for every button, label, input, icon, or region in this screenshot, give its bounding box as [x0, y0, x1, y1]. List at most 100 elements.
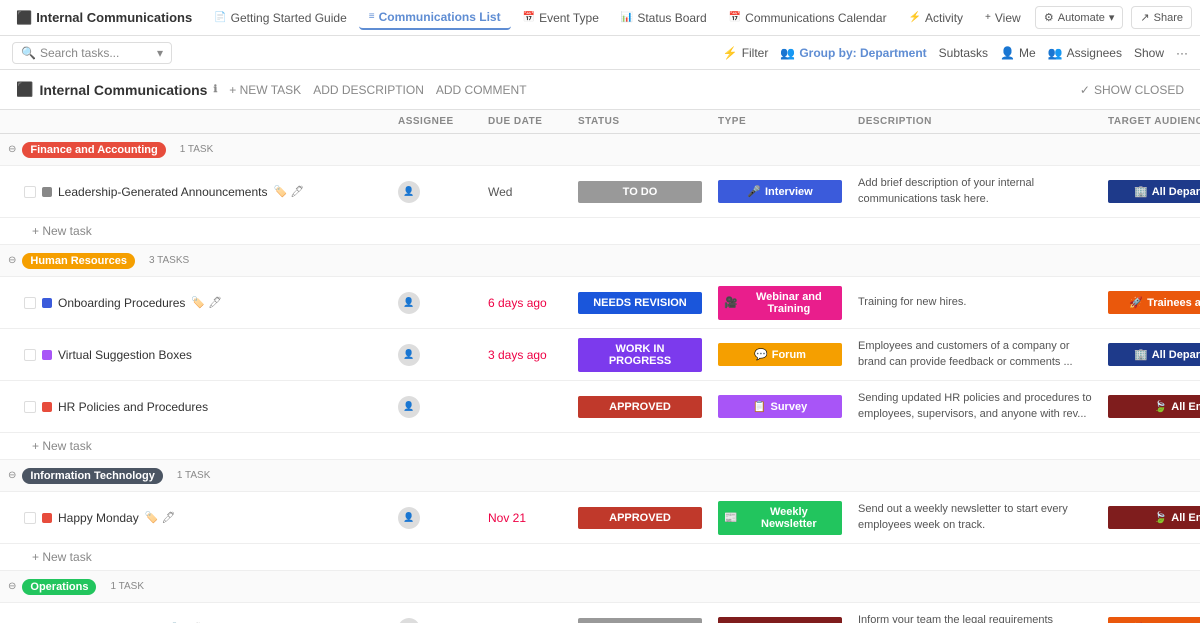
nav-tab-calendar[interactable]: 📅Communications Calendar: [719, 7, 897, 29]
task-type-badge-t6[interactable]: ✉️Email: [718, 617, 842, 623]
type-icon-t3: 💬: [754, 348, 768, 361]
task-status-badge-t1[interactable]: TO DO: [578, 181, 702, 203]
new-task-button-it[interactable]: + New task: [0, 544, 1200, 571]
show-closed-toggle[interactable]: ✓ SHOW CLOSED: [1080, 83, 1184, 97]
group-by-button[interactable]: 👥 Group by: Department: [780, 46, 926, 60]
task-checkbox-t1[interactable]: [24, 186, 36, 198]
me-label: Me: [1019, 46, 1036, 60]
nav-tab-label-activity: Activity: [925, 11, 963, 25]
group-collapse-finance[interactable]: ⊖: [8, 144, 16, 155]
task-target-badge-t4[interactable]: 🍃All Employees: [1108, 395, 1200, 418]
assignee-avatar-t6: 👤: [398, 618, 420, 623]
task-target-badge-t2[interactable]: 🚀Trainees and New Hires: [1108, 291, 1200, 314]
automate-button[interactable]: ⚙ Automate ▾: [1035, 6, 1124, 29]
task-assignee-t5: 👤: [390, 503, 480, 533]
filter-button[interactable]: ⚡ Filter: [723, 46, 769, 60]
task-target-badge-t5[interactable]: 🍃All Employees: [1108, 506, 1200, 529]
task-color-dot-t3: [42, 350, 52, 360]
task-type-cell-t5: 📰Weekly Newsletter: [710, 497, 850, 539]
task-status-badge-t5[interactable]: APPROVED: [578, 507, 702, 529]
nav-tab-guide[interactable]: 📄Getting Started Guide: [204, 7, 357, 29]
nav-tab-icon-view: +: [985, 12, 991, 23]
me-icon: 👤: [1000, 46, 1015, 60]
assignee-avatar-t5: 👤: [398, 507, 420, 529]
more-button[interactable]: ···: [1176, 46, 1188, 60]
nav-tab-event[interactable]: 📅Event Type: [513, 7, 609, 29]
task-status-cell-t1: TO DO: [570, 177, 710, 207]
task-target-badge-t3[interactable]: 🏢All Department Heads: [1108, 343, 1200, 366]
task-row-t4[interactable]: HR Policies and Procedures 👤 APPROVED 📋S…: [0, 381, 1200, 433]
app-title: Internal Communications: [36, 10, 192, 25]
nav-tab-list[interactable]: ≡Communications List: [359, 6, 511, 30]
group-collapse-hr[interactable]: ⊖: [8, 255, 16, 266]
subtasks-button[interactable]: Subtasks: [939, 46, 988, 60]
add-comment-action[interactable]: ADD COMMENT: [436, 83, 527, 97]
task-type-badge-t3[interactable]: 💬Forum: [718, 343, 842, 366]
task-status-badge-t2[interactable]: NEEDS REVISION: [578, 292, 702, 314]
add-description-action[interactable]: ADD DESCRIPTION: [313, 83, 424, 97]
task-status-badge-t6[interactable]: TO DO: [578, 618, 702, 623]
share-button[interactable]: ↗ Share: [1131, 6, 1192, 29]
task-status-badge-t3[interactable]: WORK IN PROGRESS: [578, 338, 702, 372]
task-target-cell-t1: 🏢All Department Heads: [1100, 176, 1200, 207]
target-icon-t2: 🚀: [1129, 296, 1143, 309]
show-closed-label: SHOW CLOSED: [1094, 83, 1184, 97]
new-task-action[interactable]: + NEW TASK: [229, 83, 301, 97]
task-row-t2[interactable]: Onboarding Procedures 🏷️ 🖊 👤 6 days ago …: [0, 277, 1200, 329]
col-name: [0, 110, 390, 133]
task-type-badge-t4[interactable]: 📋Survey: [718, 395, 842, 418]
new-task-button-hr[interactable]: + New task: [0, 433, 1200, 460]
task-type-badge-t5[interactable]: 📰Weekly Newsletter: [718, 501, 842, 535]
nav-tab-status[interactable]: 📊Status Board: [611, 7, 717, 29]
nav-tab-view[interactable]: +View: [975, 7, 1031, 29]
subtasks-label: Subtasks: [939, 46, 988, 60]
task-status-badge-t4[interactable]: APPROVED: [578, 396, 702, 418]
new-task-button-finance[interactable]: + New task: [0, 218, 1200, 245]
show-button[interactable]: Show: [1134, 46, 1164, 60]
task-description-t1: Add brief description of your internal c…: [850, 172, 1100, 211]
group-task-count-hr: 3 TASKS: [149, 255, 189, 266]
task-row-t5[interactable]: Happy Monday 🏷️ 🖊 👤 Nov 21 APPROVED 📰Wee…: [0, 492, 1200, 544]
task-description-t2: Training for new hires.: [850, 291, 1100, 314]
task-row-t3[interactable]: Virtual Suggestion Boxes 👤 3 days ago WO…: [0, 329, 1200, 381]
task-name-t5[interactable]: Happy Monday: [58, 511, 139, 525]
task-checkbox-t2[interactable]: [24, 297, 36, 309]
search-box[interactable]: 🔍 Search tasks... ▾: [12, 42, 172, 64]
task-name-t2[interactable]: Onboarding Procedures: [58, 296, 185, 310]
task-assignee-t2: 👤: [390, 288, 480, 318]
toolbar: 🔍 Search tasks... ▾ ⚡ Filter 👥 Group by:…: [0, 36, 1200, 70]
group-collapse-ops[interactable]: ⊖: [8, 581, 16, 592]
task-status-cell-t5: APPROVED: [570, 503, 710, 533]
column-headers: ASSIGNEE DUE DATE STATUS TYPE DESCRIPTIO…: [0, 110, 1200, 134]
check-icon: ✓: [1080, 83, 1090, 97]
group-title-cell-finance: ⊖ Finance and Accounting 1 TASK: [0, 142, 390, 158]
nav-tab-icon-calendar: 📅: [729, 12, 741, 23]
task-row-t1[interactable]: Leadership-Generated Announcements 🏷️ 🖊 …: [0, 166, 1200, 218]
share-icon: ↗: [1140, 11, 1149, 24]
task-type-cell-t4: 📋Survey: [710, 391, 850, 422]
task-name-t1[interactable]: Leadership-Generated Announcements: [58, 185, 267, 199]
task-type-cell-t1: 🎤Interview: [710, 176, 850, 207]
task-row-t6[interactable]: Legal Requirements 🏷️ 🖊 👤 Fri TO DO ✉️Em…: [0, 603, 1200, 623]
task-checkbox-t4[interactable]: [24, 401, 36, 413]
task-description-t3: Employees and customers of a company or …: [850, 335, 1100, 374]
nav-tab-activity[interactable]: ⚡Activity: [899, 7, 973, 29]
group-tag-ops: Operations: [22, 579, 96, 595]
nav-tab-icon-list: ≡: [369, 11, 375, 22]
task-name-t4[interactable]: HR Policies and Procedures: [58, 400, 208, 414]
task-name-t3[interactable]: Virtual Suggestion Boxes: [58, 348, 192, 362]
task-status-cell-t4: APPROVED: [570, 392, 710, 422]
task-target-badge-t1[interactable]: 🏢All Department Heads: [1108, 180, 1200, 203]
task-type-badge-t2[interactable]: 🎥Webinar and Training: [718, 286, 842, 320]
task-type-badge-t1[interactable]: 🎤Interview: [718, 180, 842, 203]
me-button[interactable]: 👤 Me: [1000, 46, 1036, 60]
task-target-badge-t6[interactable]: 🚀Trainees and New Hires: [1108, 617, 1200, 623]
task-due-date-t2: 6 days ago: [480, 292, 570, 314]
task-checkbox-t3[interactable]: [24, 349, 36, 361]
col-target: TARGET AUDIENCE: [1100, 110, 1200, 133]
task-checkbox-t5[interactable]: [24, 512, 36, 524]
assignees-button[interactable]: 👥 Assignees: [1048, 46, 1122, 60]
group-collapse-it[interactable]: ⊖: [8, 470, 16, 481]
automate-chevron: ▾: [1109, 11, 1115, 24]
group-header-it: ⊖ Information Technology 1 TASK: [0, 460, 1200, 492]
